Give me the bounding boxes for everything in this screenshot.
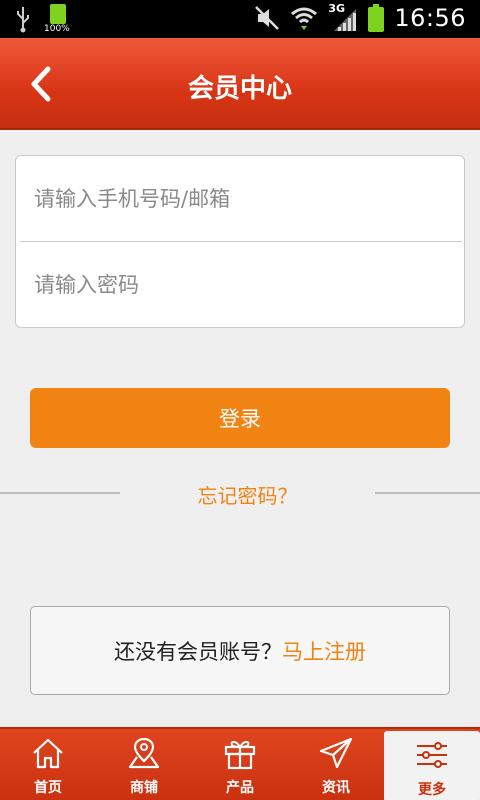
usb-icon [17,7,29,33]
login-form [15,155,465,328]
account-field-row [16,156,464,242]
nav-item-more[interactable]: 更多 [384,731,480,800]
battery-small-icon: 100% [44,4,72,34]
battery-percent: 100% [44,24,70,34]
nav-item-home[interactable]: 首页 [0,729,96,800]
nav-label: 更多 [418,782,446,798]
send-icon [319,737,353,769]
password-field-row [16,242,464,328]
password-input[interactable] [34,242,454,328]
wifi-icon [291,7,318,30]
header-bar: 会员中心 [0,38,480,130]
nav-label: 首页 [34,780,62,796]
status-bar: 100% 3G 16:56 [0,0,480,38]
gift-icon [224,740,256,770]
account-input[interactable] [34,156,454,242]
page-title: 会员中心 [187,74,292,104]
forgot-password-link[interactable]: 忘记密码？ [120,480,375,509]
cellular-signal-icon: 3G [328,2,358,33]
nav-label: 资讯 [322,780,350,796]
nav-item-products[interactable]: 产品 [192,729,288,800]
bottom-nav: 首页 商铺 产品 资讯 更多 [0,727,480,800]
nav-label: 商铺 [130,780,158,796]
mute-icon [255,6,280,30]
login-button[interactable]: 登录 [30,388,450,448]
register-link[interactable]: 马上注册 [282,636,366,666]
right-divider-line [375,492,480,494]
left-divider-line [0,492,120,494]
clock: 16:56 [394,4,466,32]
nav-item-news[interactable]: 资讯 [288,729,384,800]
nav-item-shops[interactable]: 商铺 [96,729,192,800]
map-pin-icon [128,737,160,769]
settings-sliders-icon [417,742,447,768]
register-box: 还没有会员账号？ 马上注册 [30,606,450,695]
forgot-password-row: 忘记密码？ [0,478,480,508]
register-prompt: 还没有会员账号？ [114,639,282,664]
nav-label: 产品 [226,780,254,796]
home-icon [33,738,63,769]
battery-icon [368,4,385,32]
